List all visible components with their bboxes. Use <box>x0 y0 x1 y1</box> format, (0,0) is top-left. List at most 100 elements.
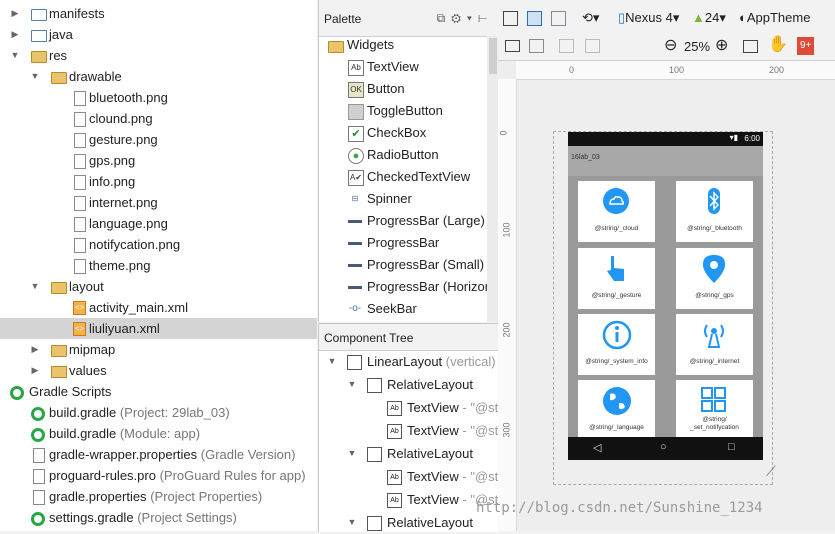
tile-language[interactable]: @string/_language <box>578 380 655 441</box>
gps-pin-icon <box>702 255 726 283</box>
tile-cloud[interactable]: @string/_cloud <box>578 181 655 242</box>
blueprint-view-icon[interactable] <box>527 11 542 26</box>
collapse-arrow-icon[interactable]: ▼ <box>10 45 20 66</box>
tree-item-mipmap[interactable]: ▶ mipmap <box>0 339 317 360</box>
folder-icon <box>31 30 47 42</box>
tree-item-gradle-file[interactable]: settings.gradle (Project Settings) <box>0 507 317 528</box>
tree-item-label: gradle.properties (Project Properties) <box>49 489 263 504</box>
copy-icon[interactable]: ⧉ <box>437 11 452 25</box>
tile-system-info[interactable]: @string/_system_info <box>578 314 655 375</box>
pan-hand-icon[interactable]: ✋ <box>768 36 788 54</box>
tree-item-gradle-file[interactable]: build.gradle (Module: app) <box>0 423 317 444</box>
tree-item-file[interactable]: internet.png <box>0 192 317 213</box>
align-vertical-icon[interactable] <box>585 39 600 53</box>
tree-item-manifests[interactable]: ▶ manifests <box>0 3 317 24</box>
collapse-arrow-icon[interactable]: ▼ <box>30 66 40 87</box>
design-canvas[interactable]: 0 100 200 0 100 200 300 6:00 ▾▮ 16lab_03… <box>498 61 835 531</box>
tree-item-drawable[interactable]: ▼ drawable <box>0 66 317 87</box>
tile-internet[interactable]: @string/_internet <box>676 314 753 375</box>
palette-item-label: CheckBox <box>367 125 427 140</box>
design-view-icon[interactable] <box>503 11 518 26</box>
gplus-badge[interactable]: 9+ <box>797 37 815 55</box>
tree-item-values[interactable]: ▶ values <box>0 360 317 381</box>
expand-arrow-icon[interactable]: ▶ <box>30 360 40 381</box>
zoom-out-button[interactable]: ⊖ <box>664 37 677 55</box>
tree-item-label: settings.gradle (Project Settings) <box>49 510 237 525</box>
palette-tools[interactable]: ⧉⚙▾⊢ <box>437 11 493 26</box>
tree-item-file[interactable]: gps.png <box>0 150 317 171</box>
xml-file-icon: <> <box>73 301 86 315</box>
tile-bluetooth[interactable]: @string/_bluetooth <box>676 181 753 242</box>
tile-gps[interactable]: @string/_gps <box>676 248 753 309</box>
tree-item-gradle-file[interactable]: build.gradle (Project: 29lab_03) <box>0 402 317 423</box>
expand-arrow-icon[interactable]: ▶ <box>10 24 20 45</box>
collapse-arrow-icon[interactable]: ▼ <box>327 350 337 373</box>
expand-arrow-icon[interactable]: ▶ <box>10 3 20 24</box>
collapse-arrow-icon[interactable]: ▼ <box>347 373 357 396</box>
tree-item-file[interactable]: notifycation.png <box>0 234 317 255</box>
split-view-icon[interactable] <box>551 11 566 26</box>
tree-item-gradle-file[interactable]: gradle-wrapper.properties (Gradle Versio… <box>0 444 317 465</box>
device-label: Nexus 4 <box>625 10 673 25</box>
tree-item-file[interactable]: theme.png <box>0 255 317 276</box>
tree-item-gradle-file[interactable]: proguard-rules.pro (ProGuard Rules for a… <box>0 465 317 486</box>
orientation-dropdown[interactable]: ⟲▾ <box>582 9 599 27</box>
gear-icon[interactable]: ⚙▾ <box>451 11 478 25</box>
folder-icon <box>51 282 67 294</box>
tile-gesture[interactable]: @string/_gesture <box>578 248 655 309</box>
layout-icon[interactable] <box>505 40 520 52</box>
recents-icon[interactable]: □ <box>728 441 735 453</box>
resize-handle-icon[interactable]: ⟋ <box>766 463 776 480</box>
tree-item-label: build.gradle (Project: 29lab_03) <box>49 405 230 420</box>
phone-preview[interactable]: 6:00 ▾▮ 16lab_03 @string/_cloud @string/… <box>568 132 763 460</box>
palette-item-label: Spinner <box>367 191 412 206</box>
collapse-arrow-icon[interactable]: ▼ <box>347 442 357 465</box>
ruler-label: 0 <box>498 130 509 136</box>
tile-notification[interactable]: @string/ _set_notifycation <box>676 380 753 441</box>
tree-item-res[interactable]: ▼ res <box>0 45 317 66</box>
tree-item-file-selected[interactable]: <> liuliyuan.xml <box>0 318 317 339</box>
pin-icon[interactable]: ⊢ <box>478 11 493 25</box>
palette-item-label: ToggleButton <box>367 103 443 118</box>
component-label: TextView - "@st <box>407 400 499 415</box>
component-tree-title: Component Tree <box>324 331 414 345</box>
tile-label: @string/_gesture <box>591 292 642 299</box>
expand-arrow-icon[interactable]: ▶ <box>30 339 40 360</box>
tree-item-gradle-file[interactable]: gradle.properties (Project Properties) <box>0 486 317 507</box>
tree-item-file[interactable]: info.png <box>0 171 317 192</box>
zoom-in-button[interactable]: ⊕ <box>715 37 728 55</box>
constraint-icon[interactable] <box>529 39 544 53</box>
antenna-icon <box>704 324 724 348</box>
fit-screen-icon[interactable] <box>743 40 758 53</box>
tree-item-file[interactable]: language.png <box>0 213 317 234</box>
tree-item-gradle-scripts[interactable]: Gradle Scripts <box>0 381 317 402</box>
tree-item-file[interactable]: gesture.png <box>0 129 317 150</box>
collapse-arrow-icon[interactable]: ▼ <box>30 276 40 297</box>
layout-editor-toolbar: ⟲▾ ▯Nexus 4▾ ▲24▾ ◐AppTheme ⊖ 25% ⊕ ✋ 9+ <box>498 0 835 61</box>
seekbar-icon: -o- <box>348 303 362 314</box>
folder-icon <box>328 41 344 53</box>
tree-item-label: bluetooth.png <box>89 90 168 105</box>
tree-item-label: liuliyuan.xml <box>89 321 160 336</box>
tree-item-label: internet.png <box>89 195 158 210</box>
navigation-bar: ◁ ○ □ <box>568 437 763 460</box>
home-icon[interactable]: ○ <box>660 441 667 453</box>
palette-item-label: ProgressBar <box>367 235 440 250</box>
tree-item-label: gradle-wrapper.properties (Gradle Versio… <box>49 447 296 462</box>
palette-panel: Palette ⧉⚙▾⊢ Widgets Ab TextView OK Button… <box>318 0 499 322</box>
tree-item-java[interactable]: ▶ java <box>0 24 317 45</box>
watermark-text: http://blog.csdn.net/Sunshine_1234 <box>476 500 763 516</box>
back-icon[interactable]: ◁ <box>593 441 601 454</box>
properties-file-icon <box>33 490 45 505</box>
device-dropdown[interactable]: ▯Nexus 4▾ <box>618 9 679 27</box>
tree-item-file[interactable]: clound.png <box>0 108 317 129</box>
align-horizontal-icon[interactable] <box>559 39 574 53</box>
theme-dropdown[interactable]: ◐AppTheme <box>739 9 810 27</box>
scrollbar-thumb[interactable] <box>489 38 497 74</box>
api-dropdown[interactable]: ▲24▾ <box>692 9 726 27</box>
tree-item-file[interactable]: <> activity_main.xml <box>0 297 317 318</box>
tree-item-layout[interactable]: ▼ layout <box>0 276 317 297</box>
status-time: 6:00 <box>744 134 760 143</box>
component-tree-header: Component Tree <box>319 324 499 351</box>
tree-item-file[interactable]: bluetooth.png <box>0 87 317 108</box>
